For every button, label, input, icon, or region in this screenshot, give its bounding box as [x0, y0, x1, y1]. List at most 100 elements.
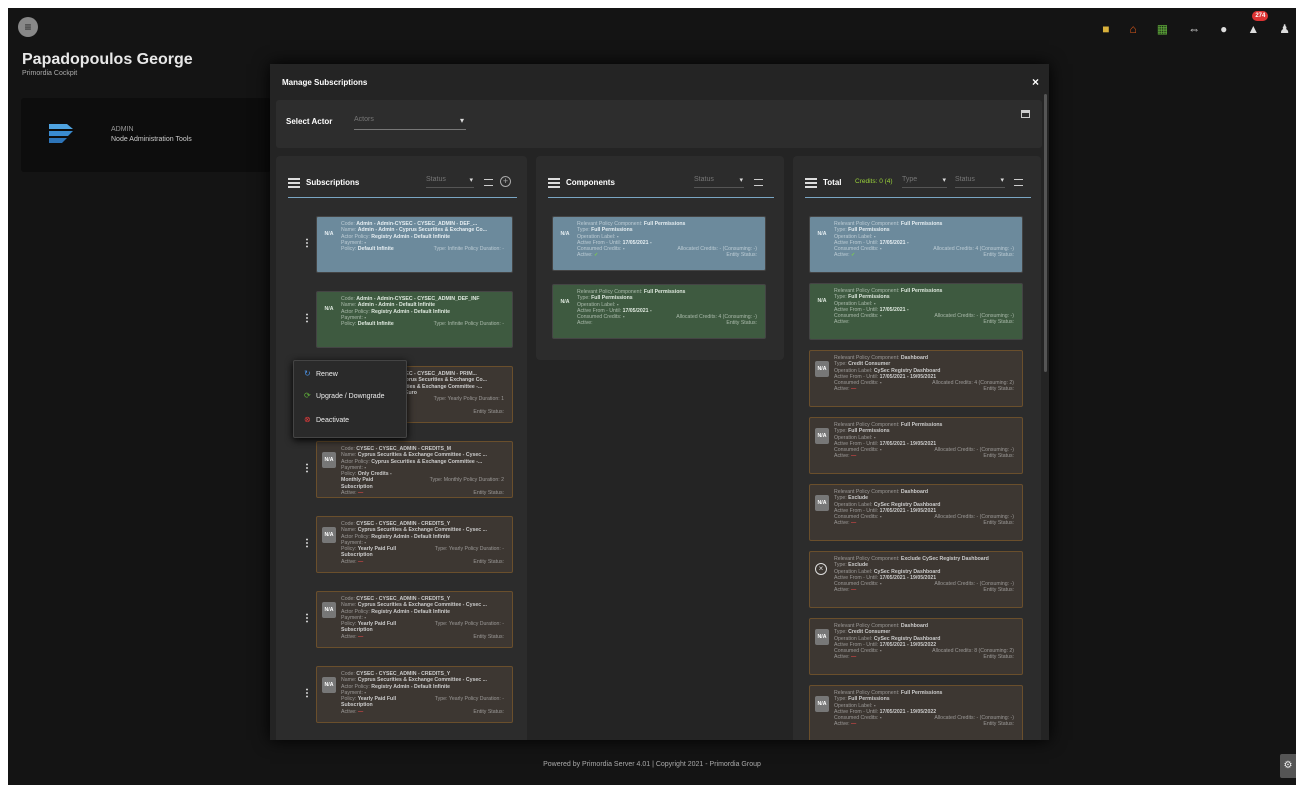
close-icon[interactable]: ×: [1032, 75, 1039, 89]
subscription-card[interactable]: N/A Code: CYSEC - CYSEC_ADMIN - CREDITS_Y…: [316, 591, 513, 648]
field-value: -: [364, 614, 367, 621]
field-right: Entity Status:: [983, 520, 1014, 527]
add-icon[interactable]: +: [500, 176, 511, 187]
status-filter[interactable]: Status ▾: [426, 176, 474, 188]
card-details: Code: CYSEC - CYSEC_ADMIN - CREDITS_Y Nam…: [341, 521, 508, 565]
subscription-card[interactable]: N/A Relevant Policy Component: Full Permi…: [809, 417, 1023, 474]
bell-icon[interactable]: ▲ 274: [1247, 11, 1269, 36]
filter-icon[interactable]: [1014, 179, 1023, 186]
more-vert-icon[interactable]: ⋮: [302, 688, 312, 699]
field-label: Relevant Policy Component:: [834, 422, 900, 428]
settings-gear-icon[interactable]: ⚙: [1280, 754, 1296, 778]
field-label: Consumed Credits:: [834, 380, 879, 387]
card-details: Relevant Policy Component: Dashboard Type…: [834, 623, 1018, 661]
field-value: Exclude: [848, 495, 869, 502]
field-label: Type:: [577, 227, 590, 234]
subscription-card[interactable]: N/A Code: Admin - Admin-CYSEC - CYSEC_ADM…: [316, 291, 513, 348]
field-label: Name:: [341, 302, 357, 309]
scrollbar[interactable]: [1044, 94, 1047, 372]
account-circle-icon[interactable]: ●: [1220, 22, 1227, 36]
subscription-card[interactable]: N/A Code: CYSEC - CYSEC_ADMIN - CREDITS_M…: [316, 441, 513, 498]
field-label: Type:: [834, 227, 847, 234]
grid-icon[interactable]: ▦: [1157, 22, 1168, 36]
renew-menu-item[interactable]: ↻ Renew: [304, 369, 338, 378]
menu-icon[interactable]: ≡: [18, 17, 38, 37]
field-value: 17/05/2021 -: [879, 239, 909, 246]
field-label: Type:: [834, 629, 847, 636]
chevron-down-icon: ▾: [739, 177, 743, 184]
field-value: Cyprus Securities & Exchange Committee -…: [357, 452, 487, 459]
subscription-card[interactable]: N/A Relevant Policy Component: Full Permi…: [809, 685, 1023, 740]
field-label: Relevant Policy Component:: [834, 690, 900, 696]
status-filter[interactable]: Status ▾: [694, 176, 744, 188]
field-label: Operation Label:: [834, 367, 873, 374]
field-value: —: [851, 520, 857, 527]
subscription-context-menu: ↻ Renew ⟳ Upgrade / Downgrade ⊗ Deactivate: [293, 360, 407, 438]
field-value: Credit Consumer: [848, 629, 891, 636]
subscription-card[interactable]: N/A Relevant Policy Component: Dashboard T…: [809, 350, 1023, 407]
subscription-card[interactable]: N/A Relevant Policy Component: Full Permi…: [552, 284, 766, 339]
field-label: Consumed Credits:: [834, 581, 879, 588]
more-vert-icon[interactable]: ⋮: [302, 613, 312, 624]
filter-icon[interactable]: [484, 179, 493, 186]
filter-icon[interactable]: [754, 179, 763, 186]
field-value: Dashboard: [900, 355, 929, 361]
card-details: Code: Admin - Admin-CYSEC - CYSEC_ADMIN_…: [341, 296, 508, 327]
user-icon[interactable]: ♟: [1279, 22, 1290, 36]
subscriptions-title: Subscriptions: [306, 178, 360, 187]
field-label: Operation Label:: [834, 635, 873, 642]
field-value: Subscription: [341, 702, 373, 709]
subscription-card[interactable]: N/A Relevant Policy Component: Full Permi…: [809, 283, 1023, 340]
subscription-card[interactable]: N/A Relevant Policy Component: Dashboard T…: [809, 618, 1023, 675]
folder-icon[interactable]: ■: [1102, 22, 1109, 36]
field-label: Operation Label:: [834, 501, 873, 508]
na-badge: N/A: [324, 231, 334, 237]
subscription-card[interactable]: N/A Code: CYSEC - CYSEC_ADMIN - CREDITS_Y…: [316, 666, 513, 723]
field-right: Entity Status:: [983, 386, 1014, 393]
chevron-down-icon: ▾: [942, 177, 946, 184]
field-value: Full Permissions: [643, 289, 686, 295]
subscriptions-header: Subscriptions Status ▾ +: [288, 170, 517, 198]
field-value: Full Permissions: [848, 696, 890, 703]
home-icon[interactable]: ⌂: [1130, 22, 1137, 36]
field-value: Only Credits -: [357, 471, 392, 478]
type-filter[interactable]: Type ▾: [902, 176, 947, 188]
subscription-card[interactable]: N/A Code: CYSEC - CYSEC_ADMIN - CREDITS_Y…: [316, 516, 513, 573]
subscription-card[interactable]: × Relevant Policy Component: Exclude CySe…: [809, 551, 1023, 608]
status-filter-label: Status: [426, 176, 446, 183]
deactivate-menu-item[interactable]: ⊗ Deactivate: [304, 415, 349, 424]
subscription-card[interactable]: N/A Relevant Policy Component: Full Permi…: [552, 216, 766, 271]
more-vert-icon[interactable]: ⋮: [302, 238, 312, 249]
field-right: Entity Status:: [473, 490, 504, 497]
field-label: Type:: [834, 696, 847, 703]
subscription-card[interactable]: N/A Code: Admin - Admin-CYSEC - CYSEC_ADM…: [316, 216, 513, 273]
field-label: Payment:: [341, 539, 363, 546]
subscription-card[interactable]: N/A Relevant Policy Component: Dashboard T…: [809, 484, 1023, 541]
actor-select[interactable]: Actors ▾: [354, 116, 466, 130]
field-value: —: [851, 654, 857, 661]
more-vert-icon[interactable]: ⋮: [302, 313, 312, 324]
card-line: Active: — Entity Status:: [834, 721, 1018, 727]
field-label: Code:: [341, 521, 355, 527]
field-value: -: [879, 581, 882, 588]
field-value: 17/05/2021 - 19/05/2021: [879, 574, 937, 581]
more-vert-icon[interactable]: ⋮: [302, 463, 312, 474]
window-icon[interactable]: [1021, 110, 1030, 118]
more-vert-icon[interactable]: ⋮: [302, 538, 312, 549]
field-label: Actor Policy:: [341, 683, 370, 690]
field-right: Entity Status:: [983, 319, 1014, 326]
subscription-card[interactable]: N/A Relevant Policy Component: Full Permi…: [809, 216, 1023, 273]
na-badge: N/A: [817, 298, 827, 304]
status-filter[interactable]: Status ▾: [955, 176, 1005, 188]
card-line: Active: — Entity Status:: [341, 559, 508, 565]
total-panel: Total Credits: 0 (4) Type ▾ Status ▾ N/A Re…: [793, 156, 1041, 740]
list-icon: [805, 178, 817, 188]
field-value: ✓: [851, 252, 856, 259]
field-value: -: [873, 300, 876, 307]
admin-card[interactable]: ADMIN Node Administration Tools: [21, 98, 271, 172]
field-value: CySec Registry Dashboard: [873, 501, 941, 508]
expand-icon[interactable]: ⇔: [1188, 22, 1200, 36]
field-value: Full Permissions: [848, 428, 890, 435]
upgrade-downgrade-menu-item[interactable]: ⟳ Upgrade / Downgrade: [304, 391, 385, 400]
field-value: Exclude CySec Registry Dashboard: [900, 556, 989, 562]
